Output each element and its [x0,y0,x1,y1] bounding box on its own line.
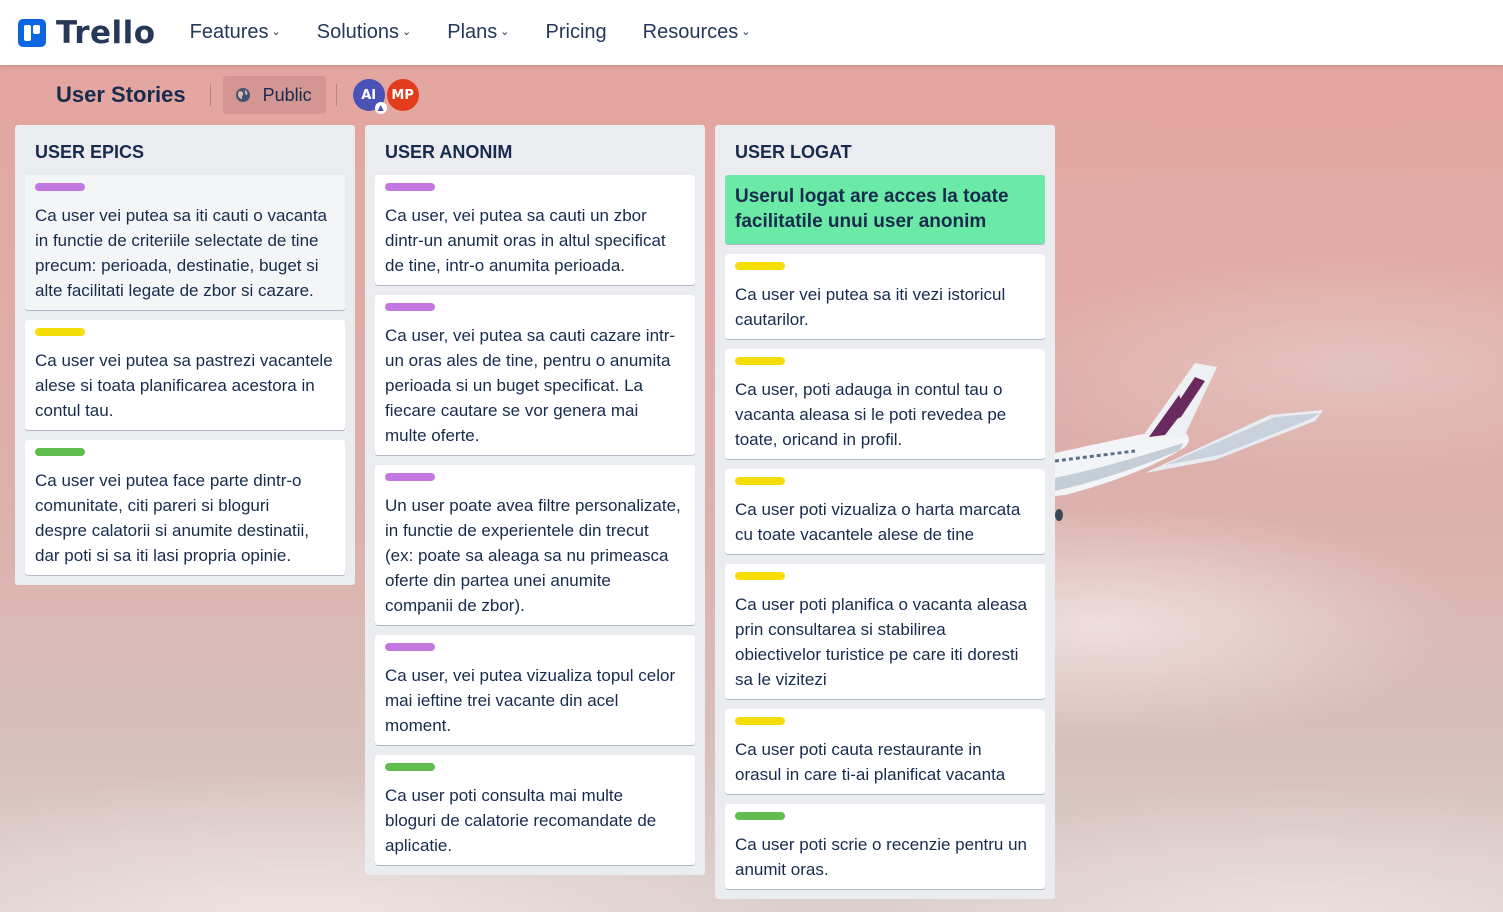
member-avatar[interactable]: MP [386,79,419,111]
card-label-purple[interactable] [385,183,435,191]
nav-item-label: Pricing [545,21,607,43]
chevron-down-icon: ⌄ [402,26,412,38]
nav-item-plans[interactable]: Plans ⌄ [447,21,509,44]
card[interactable]: Ca user vei putea sa iti cauti o vacanta… [25,175,345,310]
header-divider [209,84,211,106]
card-label-green[interactable] [385,763,435,771]
list-user-anonim: USER ANONIM Ca user, vei putea sa cauti u… [365,125,705,875]
nav-item-label: Plans [447,21,498,43]
card[interactable]: Ca user vei putea sa iti vezi istoricul … [725,254,1045,339]
card[interactable]: Ca user, vei putea sa cauti un zbor dint… [375,175,695,285]
card-label-yellow[interactable] [735,717,785,725]
card-title: Ca user vei putea face parte dintr-o com… [35,471,310,565]
nav-item-label: Solutions [316,21,400,43]
card[interactable]: Ca user, vei putea vizualiza topul celor… [375,635,695,745]
card-title: Ca user poti cauta restaurante in orasul… [735,740,1006,784]
card[interactable]: Ca user, vei putea sa cauti cazare intr-… [375,295,695,455]
globe-icon [235,88,250,102]
list-title[interactable]: USER EPICS [25,125,345,175]
admin-chevron-icon: ▲ [374,102,387,114]
card-title: Ca user, vei putea sa cauti un zbor dint… [385,206,666,275]
list-title[interactable]: USER ANONIM [375,125,695,175]
card-title: Ca user, poti adauga in contul tau o vac… [735,380,1007,449]
card-label-yellow[interactable] [735,262,785,270]
card-title: Ca user, vei putea vizualiza topul celor… [385,666,676,735]
board-title[interactable]: User Stories [56,82,186,108]
card[interactable]: Ca user vei putea face parte dintr-o com… [25,440,345,575]
nav-item-label: Resources [642,21,739,43]
card-title: Ca user poti scrie o recenzie pentru un … [735,835,1027,879]
card[interactable]: Ca user poti planifica o vacanta aleasa … [725,564,1045,699]
card-title: Ca user, vei putea sa cauti cazare intr-… [385,326,676,445]
card-title: Ca user vei putea sa iti vezi istoricul … [735,285,1006,329]
card[interactable]: Ca user poti scrie o recenzie pentru un … [725,804,1045,889]
card-title: Ca user poti vizualiza o harta marcata c… [735,500,1021,544]
card-label-yellow[interactable] [735,572,785,580]
nav-item-pricing[interactable]: Pricing [546,21,607,44]
board-visibility-label: Public [262,84,312,105]
trello-board-icon [18,18,46,47]
nav-item-features[interactable]: Features ⌄ [190,21,281,44]
card-label-green[interactable] [35,448,85,456]
nav-item-label: Features [189,21,269,43]
card-title: Ca user vei putea sa pastrezi vacantele … [35,351,333,420]
board-visibility-button[interactable]: Public [222,76,326,114]
airplane-background-image [1045,363,1323,521]
card-title: Userul logat are acces la toate facilita… [735,186,1009,232]
card-title: Un user poate avea filtre personalizate,… [385,496,681,615]
top-navigation-bar: Trello Features ⌄ Solutions ⌄ Plans ⌄ Pricing R… [0,0,1503,65]
member-initials: AI [361,87,377,103]
list-user-epics: USER EPICS Ca user vei putea sa iti cauti… [15,125,355,585]
trello-logo[interactable]: Trello [18,15,156,51]
card[interactable]: Ca user poti consulta mai multe bloguri … [375,755,695,865]
card-label-purple[interactable] [385,643,435,651]
board-members: AI ▲ MP [352,79,419,114]
member-initials: MP [391,87,414,103]
list-title[interactable]: USER LOGAT [725,125,1045,175]
main-nav: Features ⌄ Solutions ⌄ Plans ⌄ Pricing Resource… [190,21,787,44]
card-label-purple[interactable] [35,183,85,191]
card[interactable]: Userul logat are acces la toate facilita… [725,175,1045,244]
card-title: Ca user poti planifica o vacanta aleasa … [735,595,1028,689]
nav-item-resources[interactable]: Resources ⌄ [643,21,751,44]
card[interactable]: Ca user poti vizualiza o harta marcata c… [725,469,1045,554]
brand-name: Trello [56,14,156,51]
header-divider [335,84,337,106]
card-label-yellow[interactable] [735,477,785,485]
board-header: User Stories Public AI ▲ MP [0,75,600,115]
member-avatar[interactable]: AI ▲ [352,79,387,114]
card[interactable]: Ca user vei putea sa pastrezi vacantele … [25,320,345,430]
card-label-green[interactable] [735,812,785,820]
card-label-purple[interactable] [385,303,435,311]
chevron-down-icon: ⌄ [271,26,281,38]
card-label-yellow[interactable] [735,357,785,365]
card-label-yellow[interactable] [35,328,85,336]
card-title: Ca user poti consulta mai multe bloguri … [385,786,657,855]
card[interactable]: Un user poate avea filtre personalizate,… [375,465,695,625]
card-label-purple[interactable] [385,473,435,481]
card[interactable]: Ca user, poti adauga in contul tau o vac… [725,349,1045,459]
chevron-down-icon: ⌄ [741,26,751,38]
nav-item-solutions[interactable]: Solutions ⌄ [317,21,412,44]
list-user-logat: USER LOGAT Userul logat are acces la toat… [715,125,1055,899]
card[interactable]: Ca user poti cauta restaurante in orasul… [725,709,1045,794]
card-title: Ca user vei putea sa iti cauti o vacanta… [35,206,327,300]
chevron-down-icon: ⌄ [500,26,510,38]
